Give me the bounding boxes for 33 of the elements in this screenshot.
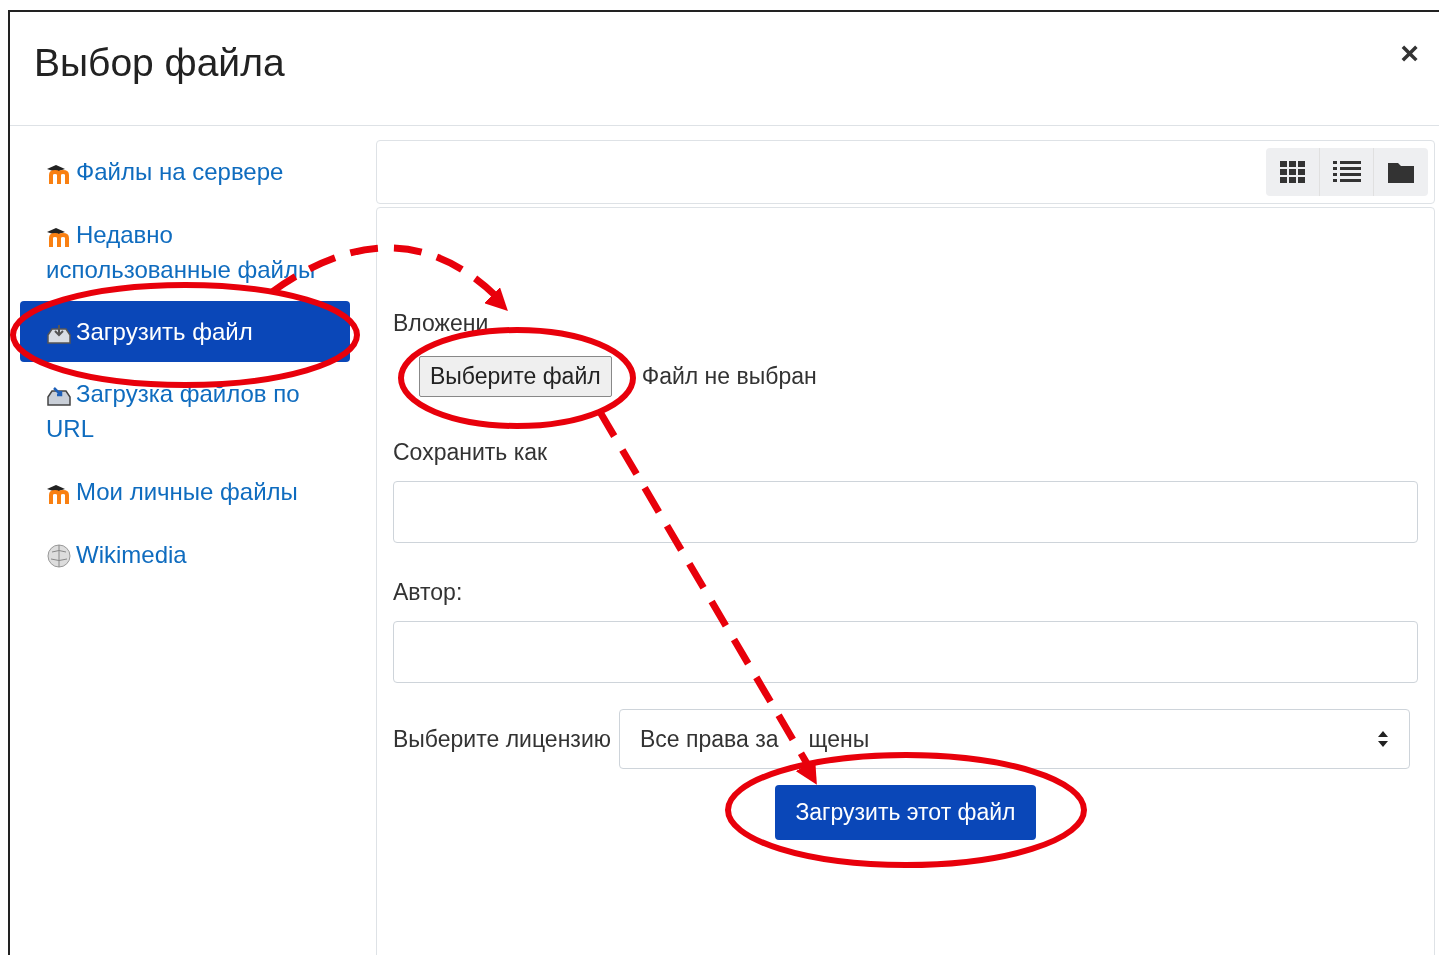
list-view-button[interactable] <box>1320 148 1374 196</box>
inbox-icon <box>46 323 72 345</box>
inbox-icon <box>46 385 72 407</box>
license-value: щены <box>808 725 870 753</box>
no-file-text: Файл не выбран <box>641 363 817 390</box>
choose-file-button[interactable]: Выберите файл <box>419 356 612 397</box>
dialog-title: Выбор файла <box>34 40 285 85</box>
sort-caret-icon <box>1377 730 1389 748</box>
folder-view-button[interactable] <box>1374 148 1428 196</box>
moodle-icon <box>46 483 72 505</box>
list-icon <box>1332 161 1361 183</box>
sidebar-item[interactable]: Файлы на сервере <box>20 140 350 203</box>
save-as-label: Сохранить как <box>393 438 549 467</box>
moodle-icon <box>46 226 72 248</box>
globe-icon <box>46 544 72 568</box>
license-label: Выберите лицензию <box>393 725 611 753</box>
sidebar-item[interactable]: Недавно использованные файлы <box>20 203 350 301</box>
author-field[interactable] <box>393 621 1418 683</box>
save-as-field[interactable] <box>393 481 1418 543</box>
grid-icon <box>1279 161 1306 183</box>
sidebar-item[interactable]: Загрузить файл <box>20 301 350 362</box>
upload-file-button[interactable]: Загрузить этот файл <box>775 785 1036 840</box>
moodle-icon <box>46 163 72 185</box>
author-label: Автор: <box>393 578 464 607</box>
close-button[interactable]: × <box>1396 35 1423 72</box>
attachment-label: Вложени <box>393 309 490 338</box>
sidebar-item[interactable]: Мои личные файлы <box>20 460 350 523</box>
folder-icon <box>1388 161 1414 183</box>
license-value: Все права за <box>640 725 779 753</box>
sidebar-item[interactable]: Загрузка файлов по URL <box>20 362 350 460</box>
license-select[interactable]: Все права за щены <box>619 709 1410 769</box>
sidebar-item[interactable]: Wikimedia <box>20 523 350 586</box>
grid-view-button[interactable] <box>1266 148 1320 196</box>
